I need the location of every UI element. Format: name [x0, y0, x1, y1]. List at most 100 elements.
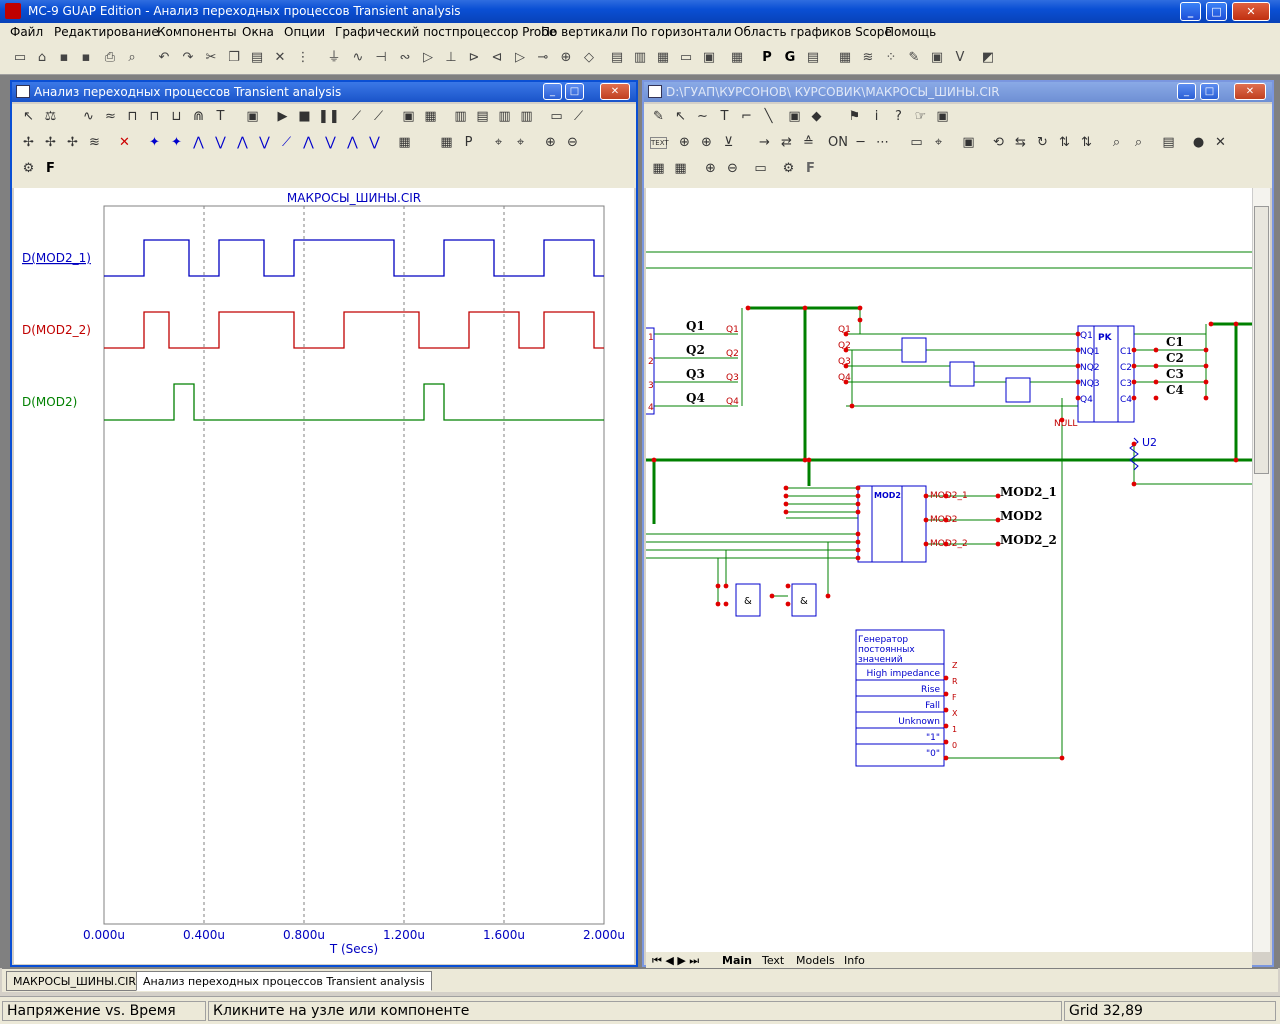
source-icon[interactable]: ⊕	[558, 50, 574, 66]
search-icon[interactable]: ⌕	[1108, 134, 1125, 151]
trace6-icon[interactable]: ⋒	[190, 108, 207, 125]
save-icon[interactable]: ▪	[56, 50, 72, 66]
resistor-icon[interactable]: ∿	[350, 50, 366, 66]
node-voltages-icon[interactable]: ⊕	[698, 134, 715, 151]
table2-icon[interactable]: ▦	[438, 134, 455, 151]
inflection-icon[interactable]: ⟋	[278, 134, 295, 151]
switch-icon[interactable]: ⊸	[535, 50, 551, 66]
select-arrow-icon[interactable]: ↖	[20, 108, 37, 125]
tab-nav-first[interactable]: ⏮ ◀ ▶ ⏭	[652, 954, 699, 968]
stop-icon[interactable]: ■	[296, 108, 313, 125]
on-off-icon[interactable]: ON	[828, 134, 848, 151]
notes-icon[interactable]: ▤	[1160, 134, 1177, 151]
tag-y-icon[interactable]: ⌖	[512, 134, 529, 151]
ortho-wire-icon[interactable]: ⌐	[738, 108, 755, 125]
trace5-icon[interactable]: ⊔	[168, 108, 185, 125]
close-button[interactable]: ✕	[1232, 2, 1270, 21]
tag-icon[interactable]: P	[460, 134, 477, 151]
scatter-icon[interactable]: ⁘	[883, 50, 899, 66]
flip2-icon[interactable]: ⇅	[1078, 134, 1095, 151]
info-icon[interactable]: i	[868, 108, 885, 125]
table-icon[interactable]: ▤	[805, 50, 821, 66]
power-icon[interactable]: ⇄	[778, 134, 795, 151]
trace-label-mod2[interactable]: D(MOD2)	[22, 395, 77, 409]
schematic-vscrollbar[interactable]	[1252, 188, 1270, 952]
analysis-icon[interactable]: ◩	[980, 50, 996, 66]
grid3-icon[interactable]: ▥	[452, 108, 469, 125]
bus-icon[interactable]: ▣	[786, 108, 803, 125]
wire-icon[interactable]: ∼	[694, 108, 711, 125]
low-icon[interactable]: ⋁	[256, 134, 273, 151]
slope-icon[interactable]: ⟋	[570, 108, 587, 125]
schem-settings-icon[interactable]: ⚙	[780, 160, 797, 177]
wire-style-icon[interactable]: ─	[852, 134, 869, 151]
waves-icon[interactable]: ≋	[860, 50, 876, 66]
trace3-icon[interactable]: ⊓	[124, 108, 141, 125]
next-point-icon[interactable]: ✦	[146, 134, 163, 151]
schematic-minimize-button[interactable]: _	[1177, 83, 1196, 100]
schem-font-icon[interactable]: F	[802, 160, 819, 177]
trace-label-mod2-1[interactable]: D(MOD2_1)	[22, 251, 91, 265]
zoom-area-icon[interactable]: ▦	[672, 160, 689, 177]
zoom-fit-icon[interactable]: ▦	[650, 160, 667, 177]
prev-point-icon[interactable]: ✦	[168, 134, 185, 151]
menu-scope[interactable]: Область графиков Scope	[734, 25, 892, 39]
trace4-icon[interactable]: ⊓	[146, 108, 163, 125]
minimize-button[interactable]: _	[1180, 2, 1201, 21]
binoculars-icon[interactable]: ⌕	[1130, 134, 1147, 151]
folder-icon[interactable]: ▭	[752, 160, 769, 177]
maximize-button[interactable]: □	[1206, 2, 1227, 21]
schematic-close-button[interactable]: ✕	[1234, 83, 1266, 100]
cursor3-icon[interactable]: ✢	[64, 134, 81, 151]
grid2-icon[interactable]: ▦	[422, 108, 439, 125]
vi-icon[interactable]: V	[952, 50, 968, 66]
tab-text[interactable]: Text	[762, 954, 784, 967]
menu-edit[interactable]: Редактирование	[54, 25, 159, 39]
scope-icon[interactable]: ▣	[929, 50, 945, 66]
window-tile-h-icon[interactable]: ▤	[609, 50, 625, 66]
global-low-icon[interactable]: ⋁	[322, 134, 339, 151]
mirror-icon[interactable]: ⇆	[1012, 134, 1029, 151]
rotate2-icon[interactable]: ↻	[1034, 134, 1051, 151]
stepping-icon[interactable]: ▣	[934, 108, 951, 125]
window-split-icon[interactable]: ▭	[678, 50, 694, 66]
settings-icon[interactable]: ⚙	[20, 160, 37, 177]
grid-icon[interactable]: ▦	[837, 50, 853, 66]
point-to-icon[interactable]: ☞	[912, 108, 929, 125]
pause-icon[interactable]: ❚❚	[318, 108, 340, 125]
window-tile-v-icon[interactable]: ▥	[632, 50, 648, 66]
panel-icon[interactable]: ▭	[548, 108, 565, 125]
menu-horizontal[interactable]: По горизонтали	[631, 25, 732, 39]
valley-icon[interactable]: ⋁	[212, 134, 229, 151]
schematic-maximize-button[interactable]: □	[1200, 83, 1219, 100]
properties-icon[interactable]: ▣	[244, 108, 261, 125]
flag-icon[interactable]: ⚑	[846, 108, 863, 125]
line-icon[interactable]: ⟋	[348, 108, 365, 125]
pin-connections-icon[interactable]: ⊻	[720, 134, 737, 151]
delete-trace-icon[interactable]: ✕	[116, 134, 133, 151]
find-icon[interactable]: ⌖	[930, 134, 947, 151]
tab-models[interactable]: Models	[796, 954, 835, 967]
paste-icon[interactable]: ▤	[249, 50, 265, 66]
undo-icon[interactable]: ↶	[156, 50, 172, 66]
global-high-icon[interactable]: ⋀	[300, 134, 317, 151]
redo-icon[interactable]: ↷	[180, 50, 196, 66]
capacitor-icon[interactable]: ⊣	[373, 50, 389, 66]
plot-maximize-button[interactable]: □	[565, 83, 584, 100]
trace2-icon[interactable]: ≈	[102, 108, 119, 125]
zoom-in-icon[interactable]: ⊕	[542, 134, 559, 151]
opamp-icon[interactable]: ▷	[512, 50, 528, 66]
menu-file[interactable]: Файл	[10, 25, 43, 39]
doc-tab-schematic[interactable]: МАКРОСЫ_ШИНЫ.CIR	[6, 971, 144, 991]
flip-icon[interactable]: ⇅	[1056, 134, 1073, 151]
run-icon[interactable]: ▶	[274, 108, 291, 125]
top-icon[interactable]: ⋀	[344, 134, 361, 151]
help-icon[interactable]: ?	[890, 108, 907, 125]
schematic-canvas[interactable]: Q1 Q2 Q3 Q4 1 2 3 4 Q1 Q2 Q3 Q4 Q1 Q2 Q3…	[646, 188, 1252, 952]
diag-wire-icon[interactable]: ╲	[760, 108, 777, 125]
vscroll-thumb[interactable]	[1254, 206, 1269, 474]
dot-grid-icon[interactable]: ⋯	[874, 134, 891, 151]
diode-icon[interactable]: ▷	[420, 50, 436, 66]
grid4-icon[interactable]: ▤	[474, 108, 491, 125]
tab-main[interactable]: Main	[722, 954, 752, 967]
